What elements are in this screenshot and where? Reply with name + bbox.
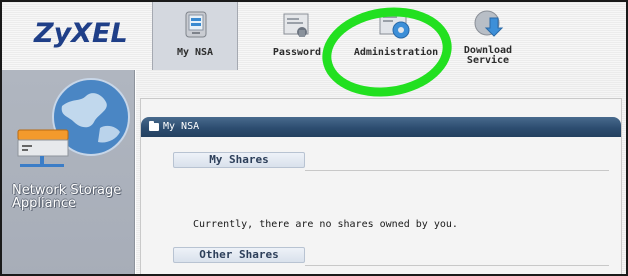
- tab-my-nsa[interactable]: My NSA: [152, 2, 238, 70]
- other-shares-divider: [305, 265, 609, 266]
- tab-password[interactable]: Password: [264, 2, 330, 70]
- sidebar: Network Storage Appliance: [2, 70, 135, 274]
- nsa-web-configurator: ZyXEL My NSA Password Administration Dow…: [0, 0, 628, 276]
- tab-my-nsa-label: My NSA: [176, 47, 214, 58]
- password-icon: [282, 10, 312, 40]
- product-name: Network Storage Appliance: [12, 183, 122, 211]
- other-shares-section-button[interactable]: Other Shares: [173, 247, 305, 263]
- tab-password-label: Password: [272, 47, 322, 58]
- panel-title: My NSA: [163, 121, 200, 132]
- my-shares-divider: [305, 170, 609, 171]
- my-shares-message: Currently, there are no shares owned by …: [193, 219, 458, 230]
- main-content: My NSA My Shares Currently, there are no…: [136, 70, 626, 274]
- my-nsa-icon: [183, 10, 211, 40]
- top-navigation-bar: ZyXEL My NSA Password Administration Dow…: [2, 2, 626, 70]
- nsa-device-icon: [14, 124, 72, 176]
- my-nsa-panel: My NSA My Shares Currently, there are no…: [140, 98, 622, 274]
- my-shares-section-button[interactable]: My Shares: [173, 152, 305, 168]
- zyxel-logo: ZyXEL: [34, 18, 128, 49]
- download-service-icon: [472, 8, 504, 42]
- folder-icon: [149, 121, 159, 131]
- tab-download-service-label: Download Service: [463, 45, 513, 66]
- tab-download-service[interactable]: Download Service: [450, 2, 526, 70]
- panel-header: My NSA: [141, 117, 621, 137]
